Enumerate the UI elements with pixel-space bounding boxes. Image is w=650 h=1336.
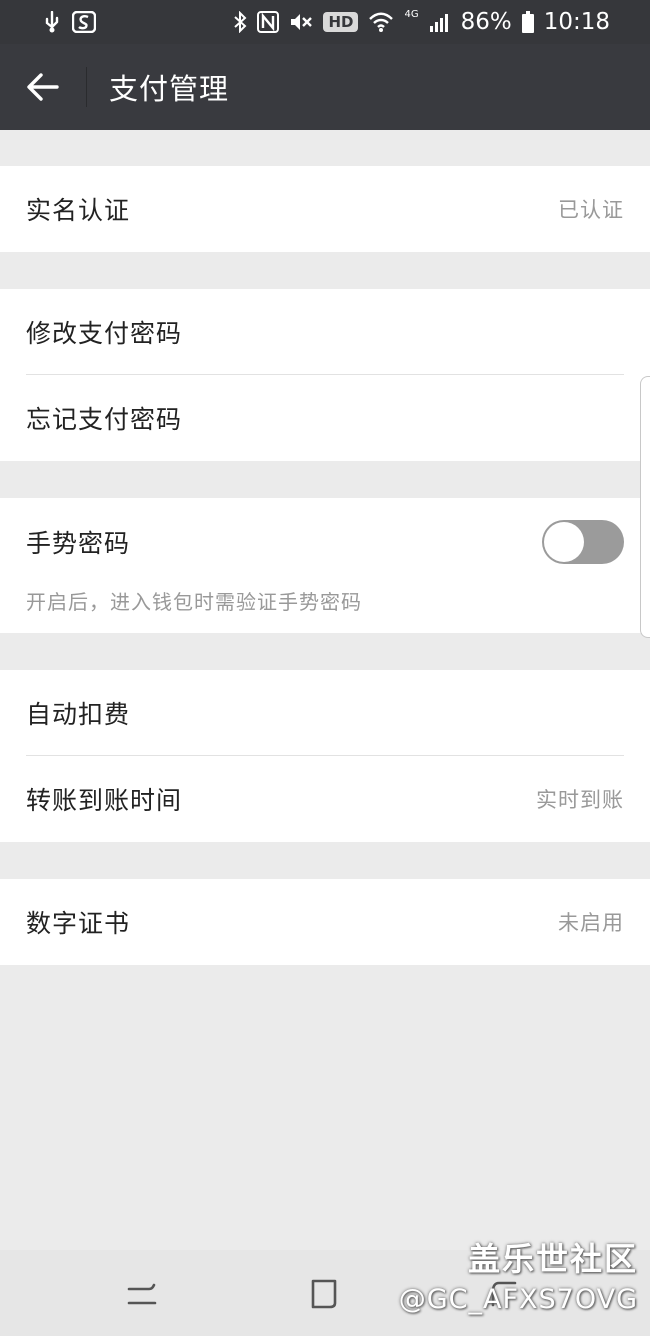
digital-certificate-status: 未启用 [558, 911, 624, 935]
wifi-icon [368, 11, 394, 33]
real-name-auth-row[interactable]: 实名认证 已认证 [0, 166, 650, 252]
change-pay-password-row[interactable]: 修改支付密码 [0, 289, 650, 375]
recent-apps-button[interactable] [120, 1272, 164, 1316]
gesture-password-label: 手势密码 [26, 529, 131, 558]
page-title: 支付管理 [109, 72, 230, 106]
recent-apps-icon [127, 1283, 157, 1305]
transfer-time-value: 实时到账 [536, 788, 624, 812]
certificate-section: 数字证书 未启用 [0, 879, 650, 965]
gesture-password-row: 手势密码 [0, 498, 650, 586]
watermark-handle: @GC_AFXS7OVG [398, 1284, 638, 1315]
toggle-knob [544, 522, 584, 562]
appbar-divider [86, 67, 87, 107]
forgot-pay-password-row[interactable]: 忘记支付密码 [0, 375, 650, 461]
status-bar: HD 4G 86% 10:18 [0, 0, 650, 44]
transfer-time-label: 转账到账时间 [26, 786, 183, 815]
clock: 10:18 [543, 9, 610, 35]
digital-certificate-label: 数字证书 [26, 909, 131, 938]
identity-section: 实名认证 已认证 [0, 166, 650, 252]
change-pay-password-label: 修改支付密码 [26, 319, 183, 348]
digital-certificate-row[interactable]: 数字证书 未启用 [0, 879, 650, 965]
nfc-icon [257, 11, 280, 33]
usb-debug-icon [42, 11, 62, 33]
hd-voice-badge: HD [323, 12, 359, 32]
password-section: 修改支付密码 忘记支付密码 [0, 289, 650, 461]
auto-deduct-row[interactable]: 自动扣费 [0, 670, 650, 756]
watermark-title: 盖乐世社区 [467, 1240, 638, 1278]
battery-icon [521, 11, 534, 33]
real-name-auth-label: 实名认证 [26, 196, 131, 225]
mute-icon [289, 11, 313, 33]
back-button[interactable] [0, 44, 86, 130]
signal-icon [429, 11, 451, 33]
edge-panel-handle[interactable] [640, 376, 650, 638]
auto-deduct-label: 自动扣费 [26, 700, 131, 729]
sogou-input-icon [72, 11, 96, 33]
arrow-left-icon [27, 73, 59, 101]
home-icon [311, 1279, 337, 1309]
network-type: 4G [404, 8, 419, 20]
real-name-auth-status: 已认证 [558, 198, 624, 222]
gesture-password-hint: 开启后，进入钱包时需验证手势密码 [26, 590, 362, 614]
transfer-time-row[interactable]: 转账到账时间 实时到账 [0, 756, 650, 842]
home-button[interactable] [302, 1272, 346, 1316]
forgot-pay-password-label: 忘记支付密码 [26, 405, 183, 434]
gesture-section: 手势密码 开启后，进入钱包时需验证手势密码 [0, 498, 650, 633]
gesture-password-toggle[interactable] [542, 520, 624, 564]
battery-percent: 86% [460, 9, 512, 35]
payments-section: 自动扣费 转账到账时间 实时到账 [0, 670, 650, 842]
bluetooth-icon [233, 11, 247, 33]
app-bar: 支付管理 [0, 44, 650, 130]
